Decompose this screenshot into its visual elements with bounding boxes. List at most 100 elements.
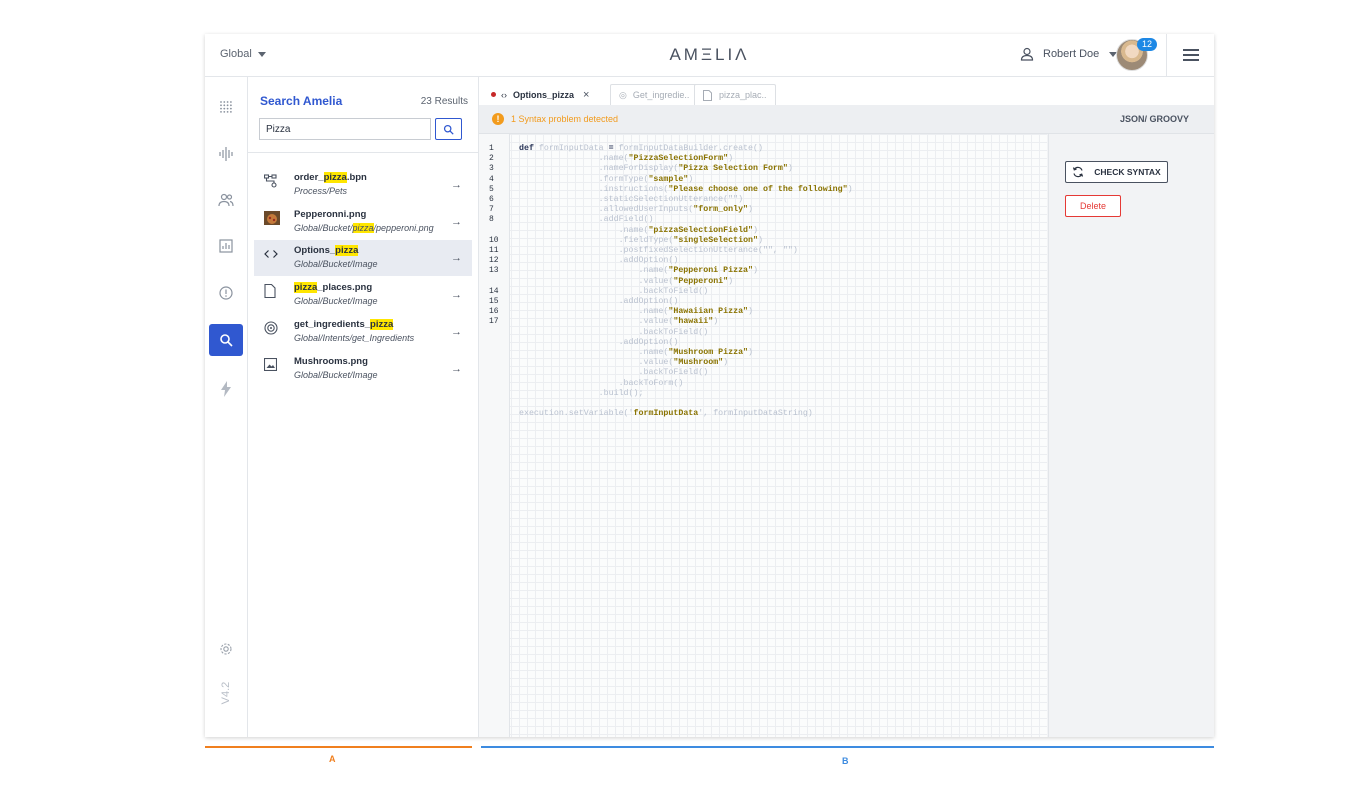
editor-area: ‹› Options_pizza × ◎ Get_ingredie.. pizz… bbox=[479, 77, 1214, 737]
code-line: .postfixedSelectionUtterance("", "") bbox=[519, 246, 798, 255]
code-string: "singleSelection" bbox=[673, 235, 759, 245]
result-title: Pepperonni.png bbox=[294, 209, 367, 220]
top-header: Global AMΞLIΛ Robert Doe 12 bbox=[205, 34, 1214, 77]
result-path: Global/Intents/get_Ingredients bbox=[294, 333, 415, 343]
rail-item-automations[interactable] bbox=[209, 373, 243, 405]
search-panel: Search Amelia 23 Results order_pizza.bpn… bbox=[248, 77, 479, 737]
rail-item-users[interactable] bbox=[209, 184, 243, 216]
code-line: .value("Pepperoni") bbox=[519, 277, 733, 286]
code-text: .addOption() bbox=[519, 297, 679, 306]
search-result[interactable]: Pepperonni.png Global/Bucket/pizza/pepper… bbox=[254, 204, 472, 240]
result-title: Options_pizza bbox=[294, 245, 359, 256]
code-string: "Pepperoni" bbox=[673, 276, 729, 286]
arrow-right-icon: → bbox=[451, 216, 462, 228]
line-number: 12 bbox=[489, 256, 499, 266]
code-text: .instructions( bbox=[519, 184, 669, 194]
search-button[interactable] bbox=[435, 118, 462, 140]
code-text: ) bbox=[723, 358, 729, 368]
check-syntax-button[interactable]: CHECK SYNTAX bbox=[1065, 161, 1168, 183]
rail-item-apps[interactable] bbox=[209, 91, 243, 123]
delete-button[interactable]: Delete bbox=[1065, 195, 1121, 217]
tab-options-pizza[interactable]: ‹› Options_pizza × bbox=[485, 84, 598, 105]
version-label: V4.2 bbox=[220, 681, 232, 705]
search-result[interactable]: Mushrooms.png Global/Bucket/Image → bbox=[254, 351, 472, 387]
notification-badge[interactable]: 12 bbox=[1137, 38, 1157, 51]
code-line: .nameForDisplay("Pizza Selection Form") bbox=[519, 164, 793, 173]
rail-item-search[interactable] bbox=[209, 324, 243, 356]
language-label: JSON/ GROOVY bbox=[1119, 114, 1189, 124]
tab-get-ingredients[interactable]: ◎ Get_ingredie.. bbox=[610, 84, 699, 105]
apps-grid-icon bbox=[220, 101, 232, 113]
rail-item-analytics[interactable] bbox=[209, 230, 243, 262]
code-editor[interactable]: 1 2 3 4 5 6 7 8 10 11 12 13 14 15 16 17 def formInputDa… bbox=[479, 134, 1047, 737]
code-text: .formType( bbox=[519, 174, 649, 184]
code-line: .allowedUserInputs("form_only") bbox=[519, 205, 753, 214]
code-text: .addField() bbox=[519, 215, 654, 225]
search-input[interactable] bbox=[259, 118, 431, 140]
code-text: .backToField() bbox=[519, 327, 709, 337]
search-title: Search Amelia bbox=[260, 94, 343, 108]
code-line: def formInputData = formInputDataBuilder… bbox=[519, 144, 763, 153]
code-icon bbox=[264, 247, 278, 261]
gear-icon bbox=[220, 643, 232, 655]
rail-item-conversations[interactable] bbox=[209, 138, 243, 170]
code-text: ) bbox=[787, 164, 793, 174]
code-line: .backToField() bbox=[519, 368, 708, 377]
image-thumbnail bbox=[264, 211, 280, 225]
line-number: 3 bbox=[489, 164, 494, 174]
result-path: Process/Pets bbox=[294, 186, 348, 196]
code-string: "hawaii" bbox=[673, 317, 714, 327]
code-text: ) bbox=[748, 205, 754, 215]
code-line: .name("pizzaSelectionField") bbox=[519, 226, 758, 235]
code-line: .name("Pepperoni Pizza") bbox=[519, 266, 758, 275]
code-text: ) bbox=[748, 348, 754, 357]
code-line: .addOption() bbox=[519, 297, 679, 306]
search-result[interactable]: pizza_places.png Global/Bucket/Image → bbox=[254, 277, 472, 313]
code-string: formInputData bbox=[633, 409, 699, 419]
hamburger-menu-button[interactable] bbox=[1166, 34, 1214, 76]
code-text: .name( bbox=[519, 266, 669, 276]
search-result[interactable]: Options_pizza Global/Bucket/Image → bbox=[254, 240, 472, 276]
arrow-right-icon: → bbox=[451, 289, 462, 301]
file-icon bbox=[264, 283, 278, 299]
check-syntax-label: CHECK SYNTAX bbox=[1094, 167, 1161, 177]
rail-item-alerts[interactable] bbox=[209, 277, 243, 309]
user-menu[interactable]: Robert Doe bbox=[1020, 47, 1118, 61]
tab-bar: ‹› Options_pizza × ◎ Get_ingredie.. pizz… bbox=[479, 77, 1214, 105]
code-string: "Mushroom Pizza" bbox=[668, 348, 749, 357]
arrow-right-icon: → bbox=[451, 326, 462, 338]
code-string: "pizzaSelectionField" bbox=[648, 225, 754, 235]
annotation-line-b bbox=[481, 746, 1214, 748]
line-gutter: 1 2 3 4 5 6 7 8 10 11 12 13 14 15 16 17 bbox=[479, 134, 510, 737]
line-number: 2 bbox=[489, 154, 494, 164]
warning-icon: ! bbox=[492, 113, 504, 125]
search-result[interactable]: get_ingredients_pizza Global/Intents/get_… bbox=[254, 314, 472, 350]
code-text: ) bbox=[758, 235, 763, 245]
code-line: .backToForm() bbox=[519, 379, 684, 388]
code-line: .addOption() bbox=[519, 338, 679, 347]
app-window: Global AMΞLIΛ Robert Doe 12 V4.2 Search … bbox=[205, 34, 1214, 737]
close-icon[interactable]: × bbox=[583, 89, 589, 101]
code-string: "form_only" bbox=[693, 205, 749, 215]
code-text: ) bbox=[847, 184, 853, 194]
code-text: execution.setVariable(' bbox=[519, 409, 634, 419]
code-string: "Pizza Selection Form" bbox=[678, 164, 788, 174]
line-number: 17 bbox=[489, 317, 499, 327]
search-result[interactable]: order_pizza.bpn Process/Pets → bbox=[254, 167, 472, 203]
target-icon: ◎ bbox=[619, 89, 627, 100]
code-text: .postfixedSelectionUtterance("", "") bbox=[519, 246, 798, 255]
result-title: get_ingredients_pizza bbox=[294, 319, 394, 330]
rail-item-settings[interactable] bbox=[209, 633, 243, 665]
code-string: "Pepperoni Pizza" bbox=[668, 266, 754, 276]
code-line: .backToField() bbox=[519, 287, 708, 296]
image-icon bbox=[263, 357, 278, 372]
code-line: .staticSelectionUtterance("") bbox=[519, 195, 743, 204]
tab-pizza-places[interactable]: pizza_plac.. bbox=[694, 84, 776, 105]
alert-icon bbox=[219, 286, 233, 300]
code-string: "Mushroom" bbox=[673, 358, 724, 368]
bolt-icon bbox=[221, 381, 231, 397]
code-text: formInputDataBuilder.create() bbox=[613, 144, 763, 153]
syntax-warning[interactable]: 1 Syntax problem detected bbox=[511, 114, 618, 124]
code-line: .value("hawaii") bbox=[519, 317, 718, 326]
code-line: .name("PizzaSelectionForm") bbox=[519, 154, 733, 163]
